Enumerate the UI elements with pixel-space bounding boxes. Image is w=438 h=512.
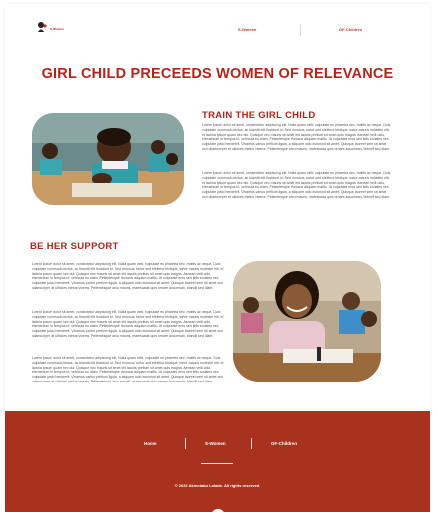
footer-rule: [201, 463, 233, 464]
footer-divider: [185, 438, 186, 449]
nav-link-s-women[interactable]: S-Women: [238, 27, 256, 32]
classroom-girl-photo: [32, 113, 184, 205]
section-heading-train: TRAIN THE GIRL CHILD: [202, 110, 316, 121]
page: S-Women S-Women GF-Children GIRL CHILD P…: [5, 4, 430, 512]
footer-link-gf-children[interactable]: GF-Children: [271, 441, 297, 446]
smiling-girl-photo: [233, 261, 381, 382]
footer-divider: [251, 438, 252, 449]
section1-paragraph: Lorem ipsum dolor sit amet, consectetur …: [202, 123, 391, 151]
nav-link-gf-children[interactable]: GF-Children: [339, 27, 362, 32]
logo-icon: [38, 22, 47, 32]
footer-link-s-women[interactable]: S-Women: [205, 441, 226, 446]
nav-divider: [300, 24, 301, 36]
footer: Home S-Women GF-Children © 2022 Akinolab…: [5, 411, 430, 512]
section-heading-support: BE HER SUPPORT: [30, 241, 119, 252]
page-title: GIRL CHILD PRECEEDS WOMEN OF RELEVANCE: [41, 66, 394, 82]
section2-paragraph: Lorem ipsum dolor sit amet, consectetur …: [32, 356, 224, 382]
logo[interactable]: S-Women: [36, 21, 64, 33]
logo-text: S-Women: [50, 27, 64, 31]
section1-paragraph: Lorem ipsum dolor sit amet, consectetur …: [202, 171, 391, 199]
footer-link-home[interactable]: Home: [144, 441, 157, 446]
section2-paragraph: Lorem ipsum dolor sit amet, consectetur …: [32, 310, 224, 338]
section2-paragraph: Lorem ipsum dolor sit amet, consectetur …: [32, 262, 224, 290]
footer-copyright: © 2022 Akinolabu Lolade. All rights rese…: [174, 483, 261, 488]
